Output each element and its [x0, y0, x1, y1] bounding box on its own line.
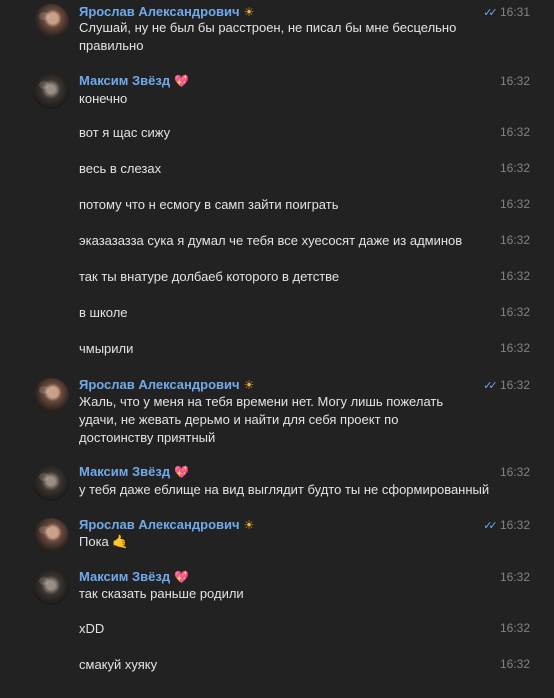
- timestamp: 16:32: [499, 341, 530, 355]
- timestamp: ✓✓ 16:32: [483, 378, 530, 392]
- message[interactable]: потому что н есмогу в самп зайти поиграт…: [0, 196, 554, 214]
- timestamp: 16:32: [499, 233, 530, 247]
- timestamp: 16:32: [499, 197, 530, 211]
- message-text: конечно: [79, 91, 128, 106]
- avatar[interactable]: [33, 4, 69, 40]
- message[interactable]: Максим Звёзд 💖 16:32 у тебя даже еблище н…: [0, 462, 554, 501]
- timestamp: 16:32: [499, 657, 530, 671]
- message-text: эказазазза сука я думал че тебя все хуес…: [79, 233, 463, 248]
- avatar[interactable]: [33, 378, 69, 414]
- message[interactable]: xDD 16:32: [0, 620, 554, 638]
- heart-emoji-icon: 💖: [174, 465, 190, 479]
- timestamp-text: 16:31: [499, 5, 530, 19]
- message[interactable]: эказазазза сука я думал че тебя все хуес…: [0, 232, 554, 250]
- heart-emoji-icon: 💖: [174, 570, 190, 584]
- sun-emoji-icon: ☀: [243, 518, 255, 532]
- message-text: чмырили: [79, 341, 134, 356]
- message-text: так ты внатуре долбаеб которого в детств…: [79, 269, 340, 284]
- message[interactable]: Максим Звёзд 💖 16:32 так сказать раньше р…: [0, 566, 554, 606]
- timestamp: 16:32: [499, 305, 530, 319]
- message-text: вот я щас сижу: [79, 125, 171, 140]
- avatar[interactable]: [33, 73, 69, 109]
- message-text: у тебя даже еблище на вид выглядит будто…: [79, 482, 490, 497]
- message[interactable]: Ярослав Александрович ☀ ✓✓ 16:31 Слушай, …: [0, 0, 554, 62]
- author-name[interactable]: Ярослав Александрович ☀: [79, 4, 254, 19]
- message[interactable]: Ярослав Александрович ☀ ✓✓ 16:32 Жаль, чт…: [0, 374, 554, 448]
- message[interactable]: в школе 16:32: [0, 304, 554, 322]
- author-name-text[interactable]: Максим Звёзд: [79, 569, 170, 584]
- timestamp: 16:32: [499, 570, 530, 584]
- message-text: Слушай, ну не был бы расстроен, не писал…: [79, 20, 457, 53]
- author-name[interactable]: Максим Звёзд 💖: [79, 73, 189, 88]
- timestamp: ✓✓ 16:32: [483, 518, 530, 532]
- message[interactable]: так ты внатуре долбаеб которого в детств…: [0, 268, 554, 286]
- sun-emoji-icon: ☀: [243, 5, 255, 19]
- timestamp: 16:32: [499, 74, 530, 88]
- author-name-text[interactable]: Ярослав Александрович: [79, 517, 240, 532]
- heart-emoji-icon: 💖: [174, 74, 190, 88]
- timestamp: 16:32: [499, 125, 530, 139]
- message[interactable]: смакуй хуяку 16:32: [0, 656, 554, 674]
- timestamp-text: 16:32: [499, 518, 530, 532]
- message-text: смакуй хуяку: [79, 657, 158, 672]
- message-text: Жаль, что у меня на тебя времени нет. Мо…: [79, 394, 444, 445]
- author-name-text[interactable]: Ярослав Александрович: [79, 4, 240, 19]
- message-text: в школе: [79, 305, 128, 320]
- message-text: весь в слезах: [79, 161, 162, 176]
- avatar[interactable]: [33, 569, 69, 605]
- avatar-highlight: [39, 12, 49, 20]
- author-name[interactable]: Ярослав Александрович ☀: [79, 377, 254, 392]
- author-name[interactable]: Максим Звёзд 💖: [79, 464, 189, 479]
- timestamp-text: 16:32: [499, 378, 530, 392]
- message[interactable]: вот я щас сижу 16:32: [0, 124, 554, 142]
- double-check-icon: ✓✓: [483, 7, 498, 19]
- double-check-icon: ✓✓: [483, 380, 498, 392]
- double-check-icon: ✓✓: [483, 520, 498, 532]
- author-name-text[interactable]: Ярослав Александрович: [79, 377, 240, 392]
- message-text: потому что н есмогу в самп зайти поиграт…: [79, 197, 339, 212]
- avatar[interactable]: [33, 465, 69, 501]
- call-me-hand-icon: 🤙: [112, 534, 129, 549]
- avatar-highlight: [39, 386, 49, 394]
- timestamp: 16:32: [499, 465, 530, 479]
- author-name-text[interactable]: Максим Звёзд: [79, 73, 170, 88]
- avatar-highlight: [39, 81, 49, 89]
- message[interactable]: весь в слезах 16:32: [0, 160, 554, 178]
- avatar-highlight: [39, 577, 49, 585]
- author-name[interactable]: Максим Звёзд 💖: [79, 569, 189, 584]
- timestamp: 16:32: [499, 269, 530, 283]
- avatar[interactable]: [33, 518, 69, 554]
- timestamp: 16:32: [499, 621, 530, 635]
- message-text: Пока 🤙: [79, 533, 479, 551]
- avatar-highlight: [39, 526, 49, 534]
- message-text: xDD: [79, 621, 105, 636]
- timestamp: 16:32: [499, 161, 530, 175]
- message-text-content: Пока: [79, 534, 109, 549]
- avatar-highlight: [39, 473, 49, 481]
- message[interactable]: чмырили 16:32: [0, 340, 554, 358]
- author-name-text[interactable]: Максим Звёзд: [79, 464, 170, 479]
- message[interactable]: Максим Звёзд 💖 16:32 конечно: [0, 70, 554, 109]
- author-name[interactable]: Ярослав Александрович ☀: [79, 517, 254, 532]
- message[interactable]: Ярослав Александрович ☀ ✓✓ 16:32 Пока 🤙: [0, 514, 554, 554]
- message-text: так сказать раньше родили: [79, 586, 244, 601]
- timestamp: ✓✓ 16:31: [483, 5, 530, 19]
- sun-emoji-icon: ☀: [243, 378, 255, 392]
